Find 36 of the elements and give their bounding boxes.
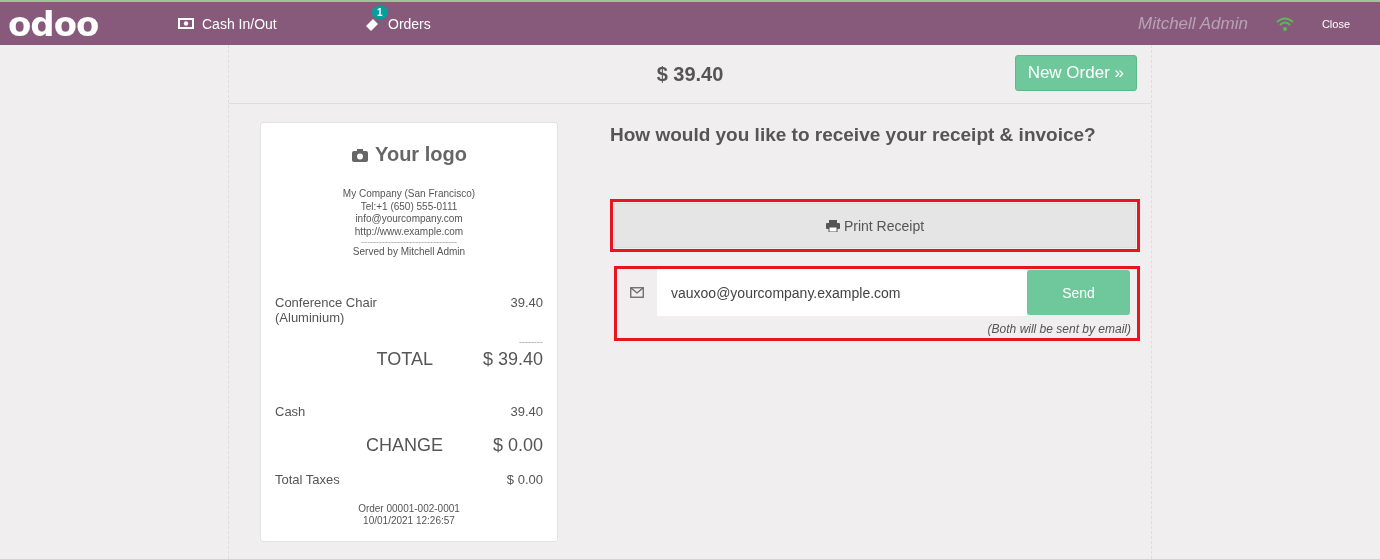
payment-amount: 39.40 (510, 403, 543, 419)
order-number: Order 00001-002-0001 (357, 502, 461, 515)
total-amount: $ 39.40 (656, 62, 724, 85)
envelope-icon (630, 287, 644, 298)
taxes-label: Total Taxes (275, 471, 340, 487)
user-name: Mitchell Admin (1137, 13, 1248, 34)
change-value: $ 0.00 (492, 434, 543, 456)
wifi-icon (1275, 16, 1294, 31)
product-price: 39.40 (510, 294, 543, 312)
change-label: CHANGE (365, 434, 443, 456)
served-by: Served by Mitchell Admin (351, 246, 467, 259)
logo-text: Your logo (375, 143, 467, 166)
dashed-divider: -------------------------------- (360, 238, 458, 246)
camera-icon (351, 146, 370, 163)
payment-method: Cash (275, 403, 306, 419)
receipt-question: How would you like to receive your receipt & invoice? (610, 124, 1097, 146)
sum-divider: -------- (518, 336, 543, 347)
print-receipt-button[interactable]: Print Receipt (614, 203, 1136, 248)
total-label: TOTAL (376, 348, 433, 370)
total-value: $ 39.40 (482, 348, 543, 370)
company-info: http://www.example.com (353, 225, 465, 238)
printer-icon (825, 219, 840, 232)
company-info: Tel:+1 (650) 555-0111 (359, 200, 459, 213)
product-name: Conference Chair (Aluminium) (275, 294, 378, 325)
email-field[interactable]: vauxoo@yourcompany.example.com (657, 269, 1027, 316)
order-date: 10/01/2021 12:26:57 (362, 515, 456, 528)
logo: odoo (8, 6, 100, 41)
email-note: (Both will be sent by email) (986, 321, 1132, 336)
close-button[interactable]: Close (1315, 16, 1356, 31)
company-info: My Company (San Francisco) (341, 188, 477, 201)
banknote-icon (178, 18, 194, 29)
cash-button[interactable]: Cash In/Out (178, 15, 364, 32)
order-count-badge: 1 (372, 5, 388, 19)
taxes-value: $ 0.00 (506, 471, 543, 487)
ticket-icon (364, 16, 380, 31)
company-info: info@yourcompany.com (354, 213, 464, 226)
